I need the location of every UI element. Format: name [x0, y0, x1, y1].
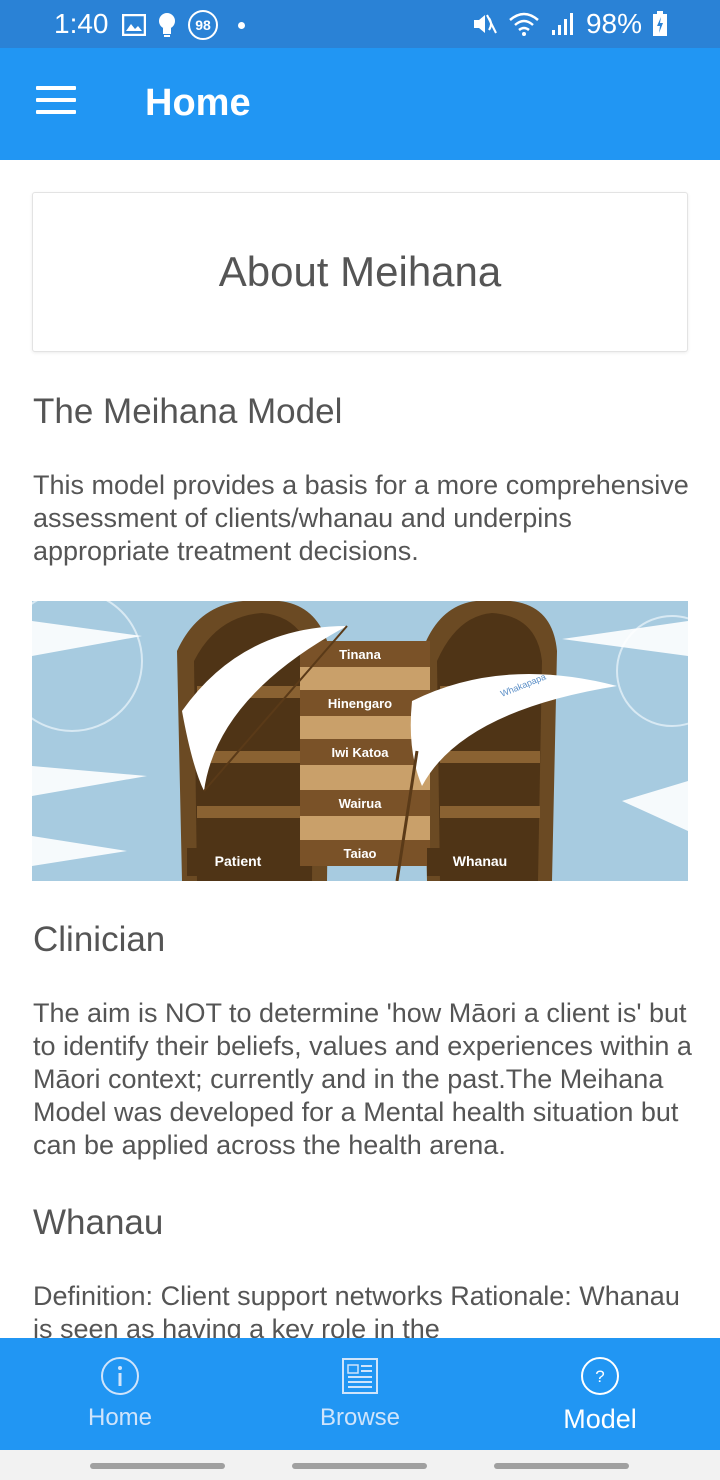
- system-home-handle[interactable]: [292, 1463, 427, 1469]
- badge-icon: 98: [188, 10, 218, 40]
- dot-icon: [238, 21, 245, 29]
- svg-text:?: ?: [595, 1367, 604, 1386]
- about-card: About Meihana: [32, 192, 688, 352]
- nav-model-label: Model: [563, 1404, 637, 1434]
- section-body-clinician: The aim is NOT to determine 'how Māori a…: [33, 998, 692, 1160]
- section-heading-whanau: Whanau: [33, 1203, 164, 1242]
- nav-browse-label: Browse: [319, 1404, 401, 1431]
- main-content[interactable]: About Meihana The Meihana Model This mod…: [0, 160, 720, 1338]
- app-bar: Home: [0, 48, 720, 160]
- help-icon: ?: [581, 1357, 619, 1395]
- system-recents-handle[interactable]: [494, 1463, 629, 1469]
- hull-label-right: Whanau: [453, 853, 507, 869]
- battery-level: 98%: [585, 8, 642, 39]
- system-nav-bar: [0, 1450, 720, 1480]
- hull-label-left: Patient: [215, 853, 262, 869]
- section-heading-clinician: Clinician: [33, 920, 166, 959]
- system-back-handle[interactable]: [90, 1463, 225, 1469]
- meihana-model-diagram: Tinana Hinengaro Iwi Katoa Wairua Taiao …: [32, 601, 688, 881]
- image-icon: [122, 14, 146, 36]
- section-body-meihana-model: This model provides a basis for a more c…: [33, 470, 689, 566]
- nav-model[interactable]: ? Model: [480, 1338, 720, 1450]
- status-time: 1:40: [54, 8, 109, 39]
- signal-icon: [551, 13, 573, 35]
- section-heading-meihana-model: The Meihana Model: [33, 392, 343, 431]
- nav-home[interactable]: Home: [0, 1338, 240, 1450]
- bulb-icon: [159, 13, 175, 37]
- info-icon: [101, 1357, 139, 1395]
- plank-label: Tinana: [339, 647, 381, 662]
- plank-label: Hinengaro: [328, 696, 392, 711]
- plank-label: Wairua: [339, 796, 383, 811]
- bottom-navigation: Home Browse ? Model: [0, 1338, 720, 1450]
- plank-label: Taiao: [344, 846, 377, 861]
- nav-home-label: Home: [87, 1404, 153, 1431]
- battery-icon: [653, 11, 667, 36]
- plank-label: Iwi Katoa: [331, 745, 389, 760]
- page-title: Home: [145, 82, 251, 124]
- section-body-whanau: Definition: Client support networks Rati…: [33, 1281, 680, 1338]
- mute-icon: [473, 14, 497, 34]
- wifi-icon: [509, 12, 539, 36]
- hamburger-icon[interactable]: [36, 86, 76, 118]
- status-bar: 1:40 98 98%: [0, 0, 720, 48]
- nav-browse[interactable]: Browse: [240, 1338, 480, 1450]
- book-icon: [342, 1358, 378, 1394]
- about-card-title: About Meihana: [218, 248, 502, 295]
